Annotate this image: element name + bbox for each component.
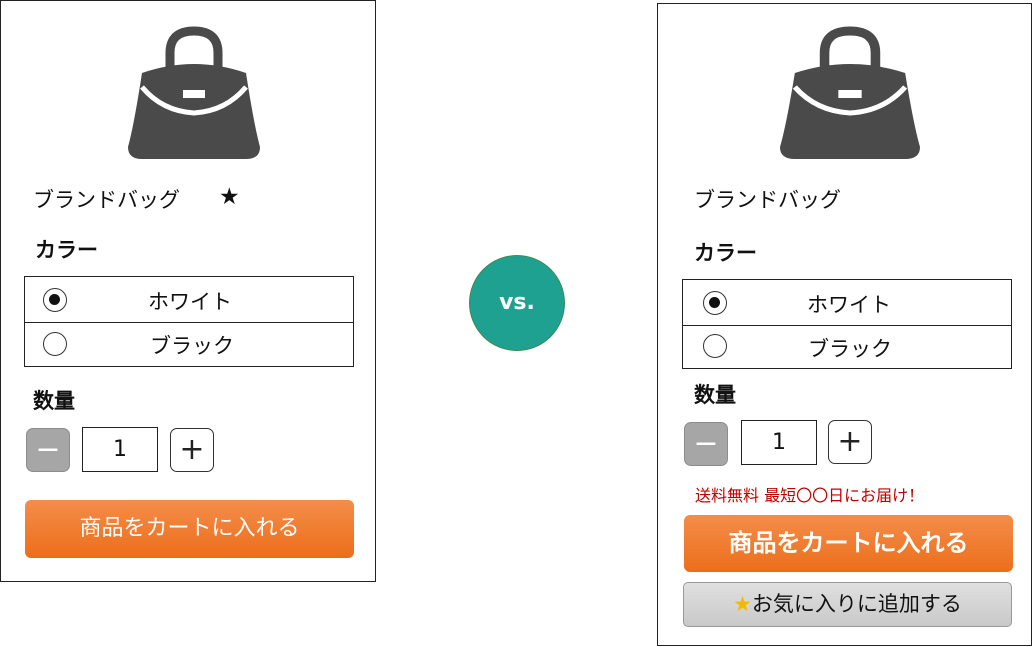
variant-a-card: ブランドバッグ ★ カラー ホワイト ブラック 数量 − 1 + 商品をカートに… [0,0,376,582]
color-option-black[interactable]: ブラック [683,325,1011,370]
color-option-black[interactable]: ブラック [25,322,353,367]
add-to-cart-button[interactable]: 商品をカートに入れる [684,515,1013,572]
color-selector: ホワイト ブラック [682,279,1012,369]
product-name: ブランドバッグ [33,188,180,212]
color-option-label: ブラック [150,334,234,358]
quantity-input[interactable]: 1 [741,420,817,465]
radio-button[interactable] [43,332,67,356]
color-heading: カラー [35,238,98,262]
handbag-icon [128,25,260,161]
shipping-note: 送料無料 最短〇〇日にお届け！ [695,486,925,505]
color-option-label: ブラック [808,337,892,361]
color-option-label: ホワイト [807,293,891,317]
quantity-minus-button[interactable]: − [684,422,728,466]
color-heading: カラー [694,241,757,265]
quantity-heading: 数量 [694,383,736,407]
add-to-cart-button[interactable]: 商品をカートに入れる [25,500,354,558]
handbag-icon [780,25,920,161]
color-option-label: ホワイト [148,290,232,314]
quantity-heading: 数量 [33,389,75,413]
quantity-input[interactable]: 1 [82,427,158,472]
radio-button-checked[interactable] [703,291,727,315]
product-name: ブランドバッグ [694,188,841,212]
star-icon: ★ [733,592,752,616]
favorite-button-label: お気に入りに追加する [751,592,962,616]
color-option-white[interactable]: ホワイト [683,280,1011,325]
vs-badge: vs. [469,255,565,351]
star-icon: ★ [219,184,240,210]
color-option-white[interactable]: ホワイト [25,277,353,322]
color-selector: ホワイト ブラック [24,276,354,367]
quantity-plus-button[interactable]: + [170,428,214,472]
radio-button-checked[interactable] [43,288,67,312]
variant-b-card: ブランドバッグ カラー ホワイト ブラック 数量 − 1 + 送料無料 最短〇〇… [657,3,1032,646]
quantity-plus-button[interactable]: + [828,420,872,464]
radio-button[interactable] [703,334,727,358]
quantity-minus-button[interactable]: − [26,428,70,472]
add-to-favorites-button[interactable]: ★お気に入りに追加する [683,582,1012,627]
